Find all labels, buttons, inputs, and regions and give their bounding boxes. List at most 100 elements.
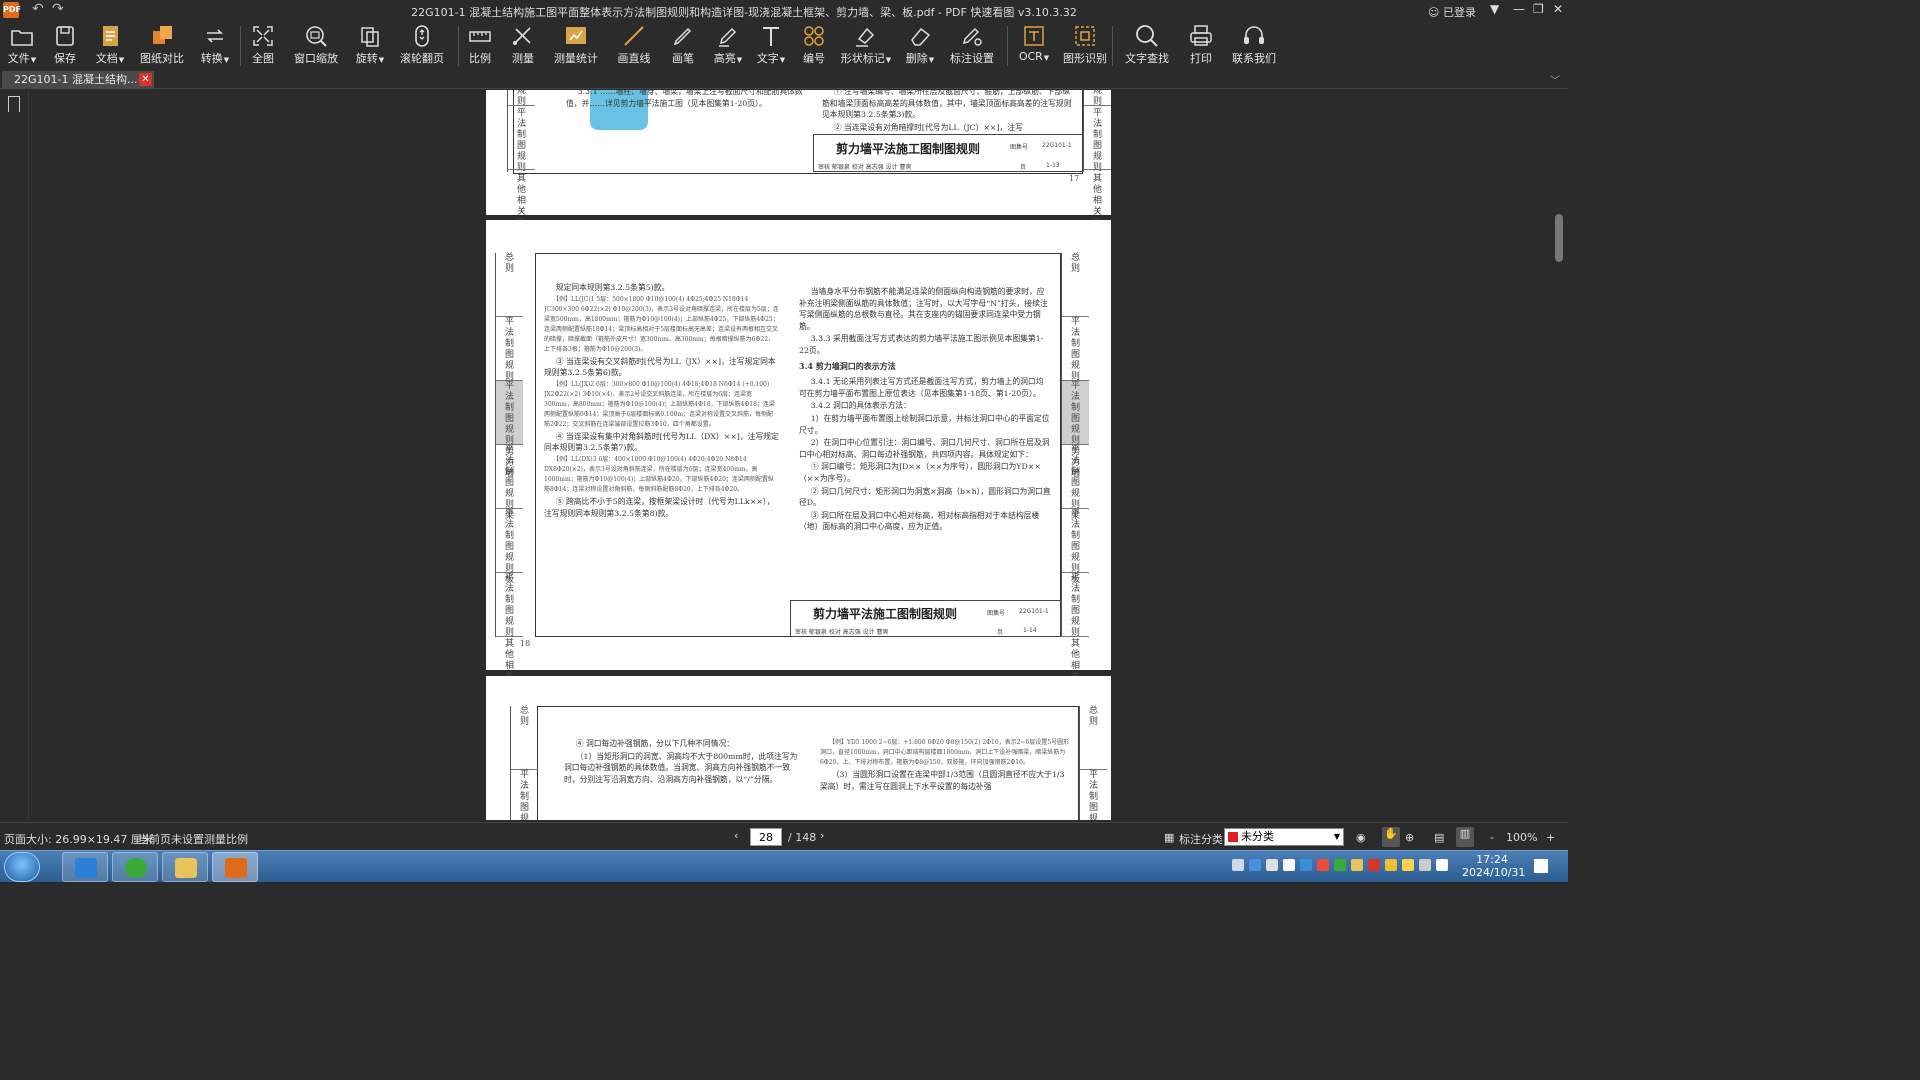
- menu-dropdown-icon[interactable]: ▼: [1490, 2, 1499, 16]
- paragraph: 3.4.1 无论采用列表注写方式还是截面注写方式，剪力墙上的洞口均可在剪力墙平面…: [799, 377, 1044, 398]
- category-select[interactable]: 未分类 ▼: [1224, 828, 1344, 846]
- sidebar-section: 总则: [511, 706, 538, 770]
- toolbar-separator: [1007, 26, 1008, 66]
- app-icon: [75, 858, 97, 878]
- windows-taskbar: 17:24 2024/10/31: [0, 850, 1568, 882]
- toolbar-button-shape-recognition[interactable]: 图形识别: [1052, 23, 1118, 69]
- volume-warning-icon[interactable]: [1351, 859, 1363, 871]
- eye-icon[interactable]: ◉: [1356, 831, 1366, 844]
- browser-tray-icon[interactable]: [1300, 859, 1312, 871]
- page-text-right: 【例】YD5 1000 2~6层：+1.800 6Φ20 Φ8@150(2) 2…: [820, 738, 1072, 820]
- bookmark-icon[interactable]: [8, 96, 20, 112]
- drawing-title: 剪力墙平法施工图制图规则: [813, 607, 958, 621]
- window-title: 22G101-1 混凝土结构施工图平面整体表示方法制图规则和构造详图-现浇混凝土…: [411, 6, 1077, 19]
- toolbar-separator: [240, 26, 241, 66]
- login-status[interactable]: ☺ 已登录: [1428, 4, 1476, 20]
- start-button[interactable]: [4, 852, 40, 882]
- total-pages: / 148: [788, 831, 817, 844]
- title-block: 剪力墙平法施工图制图规则 图集号 22G101-1 审核 郁银泉 校对 高志强 …: [790, 600, 1061, 637]
- paragraph: （1）当矩形洞口的洞宽、洞高均不大于800mm时，此项注写为洞口每边补强钢筋的具…: [564, 751, 798, 784]
- page-number-input[interactable]: [750, 828, 782, 846]
- paragraph: 3.4.2 洞口的具体表示方法：: [810, 401, 911, 411]
- taskbar-app-pinned[interactable]: [62, 852, 108, 882]
- next-page-button[interactable]: ›: [820, 829, 824, 842]
- notification-icon[interactable]: [1402, 859, 1414, 871]
- sign-row: 审核 郁银泉 校对 高志强 设计 曹爽: [795, 629, 889, 636]
- prev-page-button[interactable]: ‹: [734, 829, 738, 842]
- sidebar-section: 平法制图规则 柱: [511, 770, 538, 820]
- app-tray-icon[interactable]: [1283, 859, 1295, 871]
- scale-note: 当前页未设置测量比例: [138, 833, 248, 846]
- pdf-page: 规则 平法制图规则 其他相关构造 规则 平法制图规则 其他相关构造 3.3.1 …: [486, 90, 1111, 239]
- chevron-down-icon[interactable]: ﹀: [1550, 72, 1560, 87]
- sidebar-section: 平法制图规则 板: [1062, 509, 1089, 585]
- security-icon[interactable]: [1334, 859, 1346, 871]
- document-tab-label: 22G101-1 混凝土结构...: [14, 73, 138, 86]
- vertical-scrollbar[interactable]: [1555, 214, 1563, 262]
- zoom-out-button[interactable]: -: [1490, 831, 1494, 844]
- section-sidebar-right: 总则 平法制图规则 柱 平法制图规则 剪力墙 平法制图规则 梁 平法制图规则 板…: [1061, 253, 1089, 704]
- headset-icon: [1244, 26, 1264, 44]
- document-view[interactable]: 规则 平法制图规则 其他相关构造 规则 平法制图规则 其他相关构造 3.3.1 …: [30, 90, 1568, 820]
- browser-icon: [125, 858, 147, 878]
- section-sidebar: 总则 平法制图规则 柱 平法制图规则 剪力墙 平法制图规则 梁 平法制图规则 板…: [495, 253, 523, 704]
- toolbar-button-measure-stats[interactable]: 测量统计: [543, 23, 609, 69]
- atlas-label: 图集号: [987, 610, 1006, 617]
- chrome-icon[interactable]: [1317, 859, 1329, 871]
- sheet-number: 1-14: [1023, 627, 1037, 634]
- help-icon[interactable]: [1249, 859, 1261, 871]
- paragraph: ② 洞口几何尺寸：矩形洞口为洞宽×洞高（b×h），圆形洞口为洞口直径D。: [799, 486, 1051, 508]
- toolbar-button-headset[interactable]: 联系我们: [1221, 23, 1287, 69]
- volume-icon[interactable]: [1436, 859, 1448, 871]
- antivirus-icon[interactable]: [1368, 859, 1380, 871]
- category-color-swatch: [1228, 832, 1238, 842]
- maximize-button[interactable]: ❐: [1533, 2, 1544, 16]
- paragraph: 规定同本规则第3.2.5条第5)款。: [555, 283, 670, 292]
- show-desktop-icon[interactable]: [1534, 859, 1548, 873]
- sidebar-section-active: 平法制图规则 剪力墙: [1062, 381, 1089, 479]
- zoom-in-button[interactable]: +: [1546, 831, 1555, 844]
- update-icon[interactable]: [1385, 859, 1397, 871]
- shape-mark-icon: [856, 27, 875, 47]
- system-clock[interactable]: 17:24 2024/10/31: [1462, 853, 1525, 879]
- paragraph: ③ 洞口所在层及洞口中心相对标高，相对标高指相对于本结构层楼（地）面标高的洞口中…: [799, 510, 1040, 532]
- toolbar-button-mouse-scroll[interactable]: 滚轮翻页: [389, 23, 455, 69]
- toolbar-button-label: 联系我们: [1232, 52, 1276, 65]
- taskbar-app-pdf[interactable]: [212, 852, 258, 882]
- taskbar-app-browser[interactable]: [112, 852, 158, 882]
- network-drive-icon[interactable]: [1232, 859, 1244, 871]
- continuous-view-icon[interactable]: ▥: [1456, 827, 1474, 847]
- close-tab-button[interactable]: ✕: [139, 73, 152, 86]
- minimize-button[interactable]: —: [1513, 2, 1525, 16]
- line-icon: [624, 26, 644, 46]
- eraser-icon: [911, 27, 931, 46]
- login-label: 已登录: [1442, 6, 1476, 19]
- paragraph: ④ 洞口每边补强钢筋，分以下几种不同情况：: [575, 739, 735, 748]
- signal-icon[interactable]: [1419, 859, 1431, 871]
- sidebar-section: 平法制图规则 其他相关构造: [1084, 108, 1111, 239]
- atlas-number: 22G101-1: [1042, 142, 1072, 149]
- paragraph: ③ 当连梁设有交叉斜筋时[代号为LL（JX）××]，注写规定同本规则第3.2.5…: [544, 356, 776, 378]
- page-number: 18: [520, 639, 531, 648]
- vpn-icon[interactable]: [1266, 859, 1278, 871]
- pdf-viewer-app: PDF ↶ ↷ 22G101-1 混凝土结构施工图平面整体表示方法制图规则和构造…: [0, 0, 1568, 882]
- toolbar-button-label: 测量统计: [554, 52, 598, 65]
- taskbar-app-explorer[interactable]: [162, 852, 208, 882]
- pdf-page: 总则 平法制图规则 柱 平法制图规则 剪力墙 平法制图规则 梁 平法制图规则 板…: [486, 220, 1111, 704]
- page-text-left: ④ 洞口每边补强钢筋，分以下几种不同情况： （1）当矩形洞口的洞宽、洞高均不大于8…: [564, 738, 802, 820]
- sidebar-section: 平法制图规则 板: [496, 509, 523, 585]
- single-page-view-icon[interactable]: ▤: [1434, 831, 1444, 844]
- category-label: 标注分类: [1179, 833, 1223, 846]
- page-text-left: 3.3.1 ……墙柱、墙身、墙梁，墙梁上注写截面尺寸和配筋具体数值，并……详见剪…: [566, 90, 803, 108]
- section-sidebar: 规则 平法制图规则 其他相关构造: [507, 90, 535, 239]
- close-button[interactable]: ✕: [1553, 2, 1563, 16]
- section-heading: 3.4 剪力墙洞口的表示方法: [799, 360, 896, 371]
- toolbar-button-annotation-settings[interactable]: 标注设置: [939, 23, 1005, 69]
- sidebar-section: 平法制图规则 梁: [1062, 445, 1089, 521]
- pdf-page: 总则 平法制图规则 柱 总则 平法制图规则 柱 ④ 洞口每边补强钢筋，分以下几种…: [486, 676, 1111, 820]
- document-tab[interactable]: 22G101-1 混凝土结构... ✕: [2, 71, 154, 89]
- hand-tool-icon[interactable]: ✋: [1382, 827, 1400, 847]
- example-paragraph: 【例】LL(JC)1 5层：500×1800 Φ10@100(4) 4Φ25;4…: [544, 295, 779, 353]
- add-page-icon[interactable]: ⊕: [1405, 831, 1414, 844]
- sidebar-section: 总则: [1062, 253, 1089, 317]
